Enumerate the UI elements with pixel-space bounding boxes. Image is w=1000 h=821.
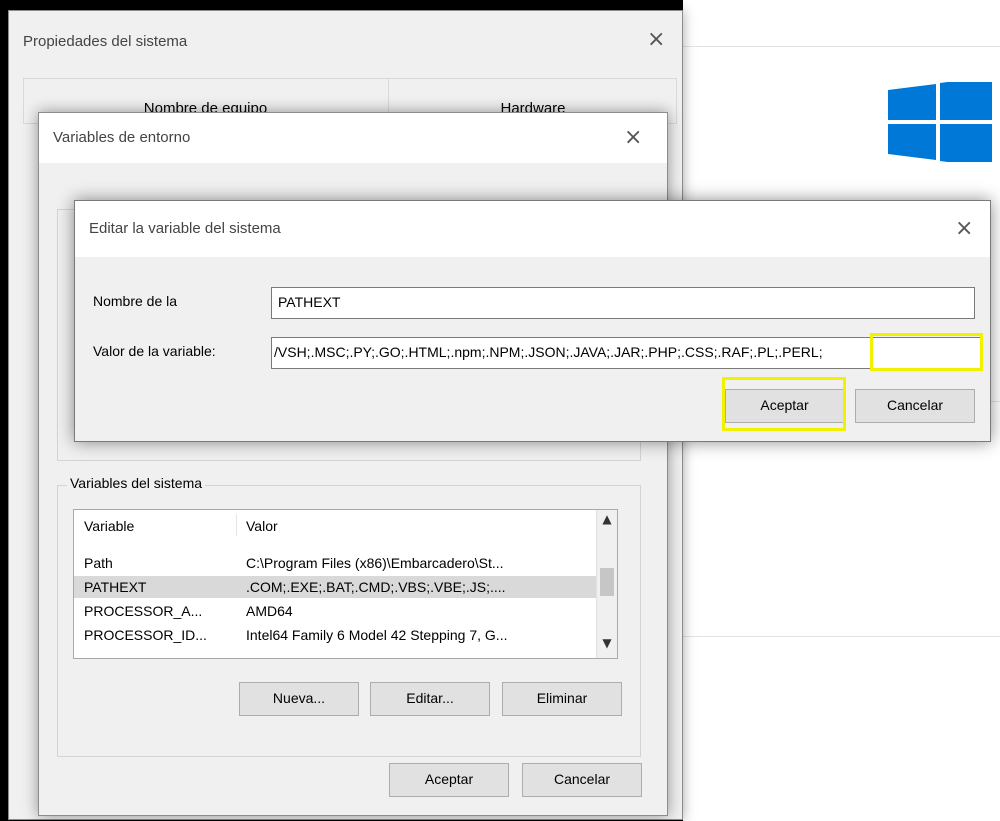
- variable-name: PATHEXT: [84, 579, 147, 595]
- variable-name: PROCESSOR_A...: [84, 603, 203, 619]
- edit-system-variable-dialog: Editar la variable del sistema × Nombre …: [74, 200, 991, 442]
- delete-variable-button[interactable]: Eliminar: [502, 682, 622, 716]
- close-icon[interactable]: ×: [955, 216, 973, 241]
- chevron-down-icon[interactable]: ▼: [597, 636, 617, 656]
- highlight-box: [870, 333, 983, 371]
- table-row[interactable]: Path C:\Program Files (x86)\Embarcadero\…: [74, 552, 598, 574]
- dialog-title: Editar la variable del sistema: [89, 220, 281, 237]
- divider: [683, 46, 1000, 47]
- vertical-scrollbar[interactable]: ▲ ▼: [596, 510, 617, 658]
- table-row-selected[interactable]: PATHEXT .COM;.EXE;.BAT;.CMD;.VBS;.VBE;.J…: [74, 576, 598, 598]
- cancel-button[interactable]: Cancelar: [522, 763, 642, 797]
- windows-logo-icon: [888, 82, 992, 162]
- variable-name: PROCESSOR_ID...: [84, 627, 207, 643]
- ok-button[interactable]: Aceptar: [389, 763, 509, 797]
- close-icon[interactable]: ×: [647, 29, 665, 51]
- close-icon[interactable]: ×: [624, 125, 642, 150]
- input-value: PATHEXT: [278, 294, 341, 310]
- variable-name-input[interactable]: PATHEXT: [271, 287, 975, 319]
- column-value[interactable]: Valor: [246, 518, 278, 534]
- variable-value: AMD64: [246, 603, 293, 619]
- divider: [683, 636, 1000, 637]
- chevron-up-icon[interactable]: ▲: [597, 512, 617, 532]
- cancel-button[interactable]: Cancelar: [855, 389, 975, 423]
- table-row[interactable]: PROCESSOR_A... AMD64: [74, 600, 598, 622]
- system-variables-list[interactable]: Variable Valor Path C:\Program Files (x8…: [73, 509, 618, 659]
- table-row[interactable]: PROCESSOR_ID... Intel64 Family 6 Model 4…: [74, 624, 598, 646]
- system-variables-label: Variables del sistema: [67, 475, 206, 491]
- column-divider: [236, 514, 237, 536]
- variable-value-label: Valor de la variable:: [93, 343, 216, 359]
- window-title: Propiedades del sistema: [23, 33, 188, 50]
- variable-name-label: Nombre de la: [93, 293, 178, 309]
- highlight-box: [722, 377, 846, 431]
- column-variable[interactable]: Variable: [84, 518, 134, 534]
- variable-value: C:\Program Files (x86)\Embarcadero\St...: [246, 555, 504, 571]
- input-value: /VSH;.MSC;.PY;.GO;.HTML;.npm;.NPM;.JSON;…: [274, 344, 823, 360]
- new-variable-button[interactable]: Nueva...: [239, 682, 359, 716]
- variable-value: Intel64 Family 6 Model 42 Stepping 7, G.…: [246, 627, 508, 643]
- scroll-thumb[interactable]: [600, 568, 614, 596]
- edit-variable-button[interactable]: Editar...: [370, 682, 490, 716]
- list-header: Variable Valor: [74, 510, 617, 540]
- window-title: Variables de entorno: [53, 129, 191, 146]
- variable-value: .COM;.EXE;.BAT;.CMD;.VBS;.VBE;.JS;....: [246, 579, 506, 595]
- variable-name: Path: [84, 555, 113, 571]
